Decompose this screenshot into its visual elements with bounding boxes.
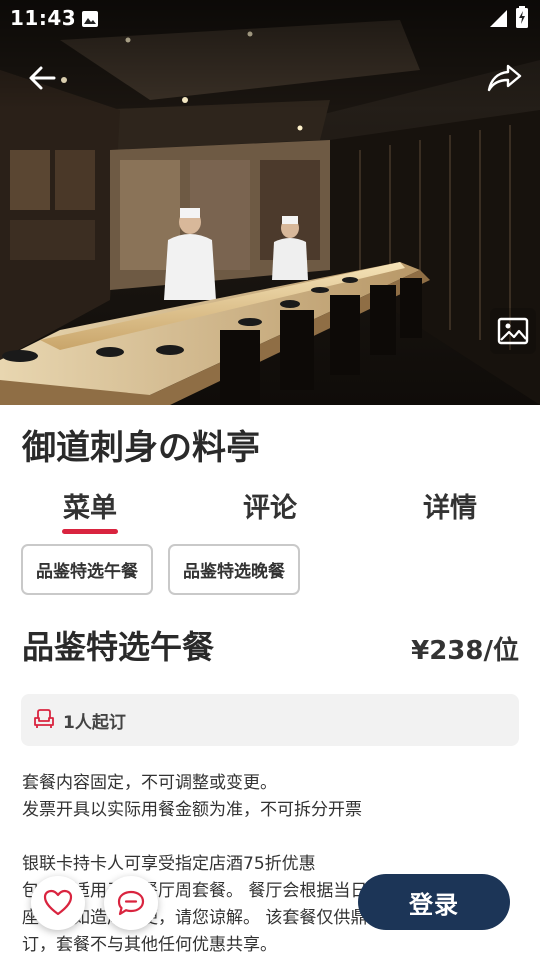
- meal-option-dinner[interactable]: 品鉴特选晚餐: [168, 544, 300, 595]
- signal-icon: [490, 8, 508, 33]
- min-order-text: 1人起订: [63, 713, 126, 733]
- share-icon: [487, 64, 522, 92]
- description-line: 发票开具以实际用餐金额为准，不可拆分开票: [22, 800, 362, 820]
- gallery-button[interactable]: [490, 308, 536, 354]
- tab-details[interactable]: 详情: [390, 486, 510, 536]
- status-time: 11:43: [10, 6, 77, 30]
- meal-name: 品鉴特选午餐: [22, 628, 215, 666]
- description-line: 订，套餐不与其他任何优惠共享。: [22, 935, 277, 955]
- meal-option-lunch[interactable]: 品鉴特选午餐: [21, 544, 153, 595]
- restaurant-name: 御道刺身の料亭: [22, 428, 260, 468]
- description-line: 套餐内容固定，不可调整或变更。: [22, 773, 277, 793]
- restaurant-photo[interactable]: 11:43: [0, 0, 540, 405]
- min-order-info: 1人起订: [21, 694, 519, 746]
- meal-price: ¥238/位: [411, 636, 519, 666]
- login-button[interactable]: 登录: [358, 874, 510, 930]
- wifi-icon: [462, 8, 484, 33]
- image-gallery-icon: [497, 317, 529, 345]
- message-button[interactable]: [104, 876, 158, 930]
- heart-icon: [43, 889, 73, 916]
- status-bar: 11:43: [0, 0, 540, 38]
- active-tab-indicator: [62, 529, 118, 534]
- tab-bar: 菜单 评论 详情: [0, 486, 540, 536]
- meal-description: 套餐内容固定，不可调整或变更。 发票开具以实际用餐金额为准，不可拆分开票 银联卡…: [22, 770, 522, 959]
- back-button[interactable]: [22, 58, 62, 98]
- battery-icon: [516, 6, 528, 33]
- arrow-left-icon: [29, 66, 56, 90]
- like-button[interactable]: [31, 876, 85, 930]
- tab-reviews[interactable]: 评论: [210, 486, 330, 536]
- restaurant-interior-photo: [0, 0, 540, 405]
- share-button[interactable]: [484, 58, 526, 98]
- image-notification-icon: [81, 9, 99, 33]
- seat-icon: [33, 708, 55, 734]
- chat-bubble-icon: [117, 890, 145, 916]
